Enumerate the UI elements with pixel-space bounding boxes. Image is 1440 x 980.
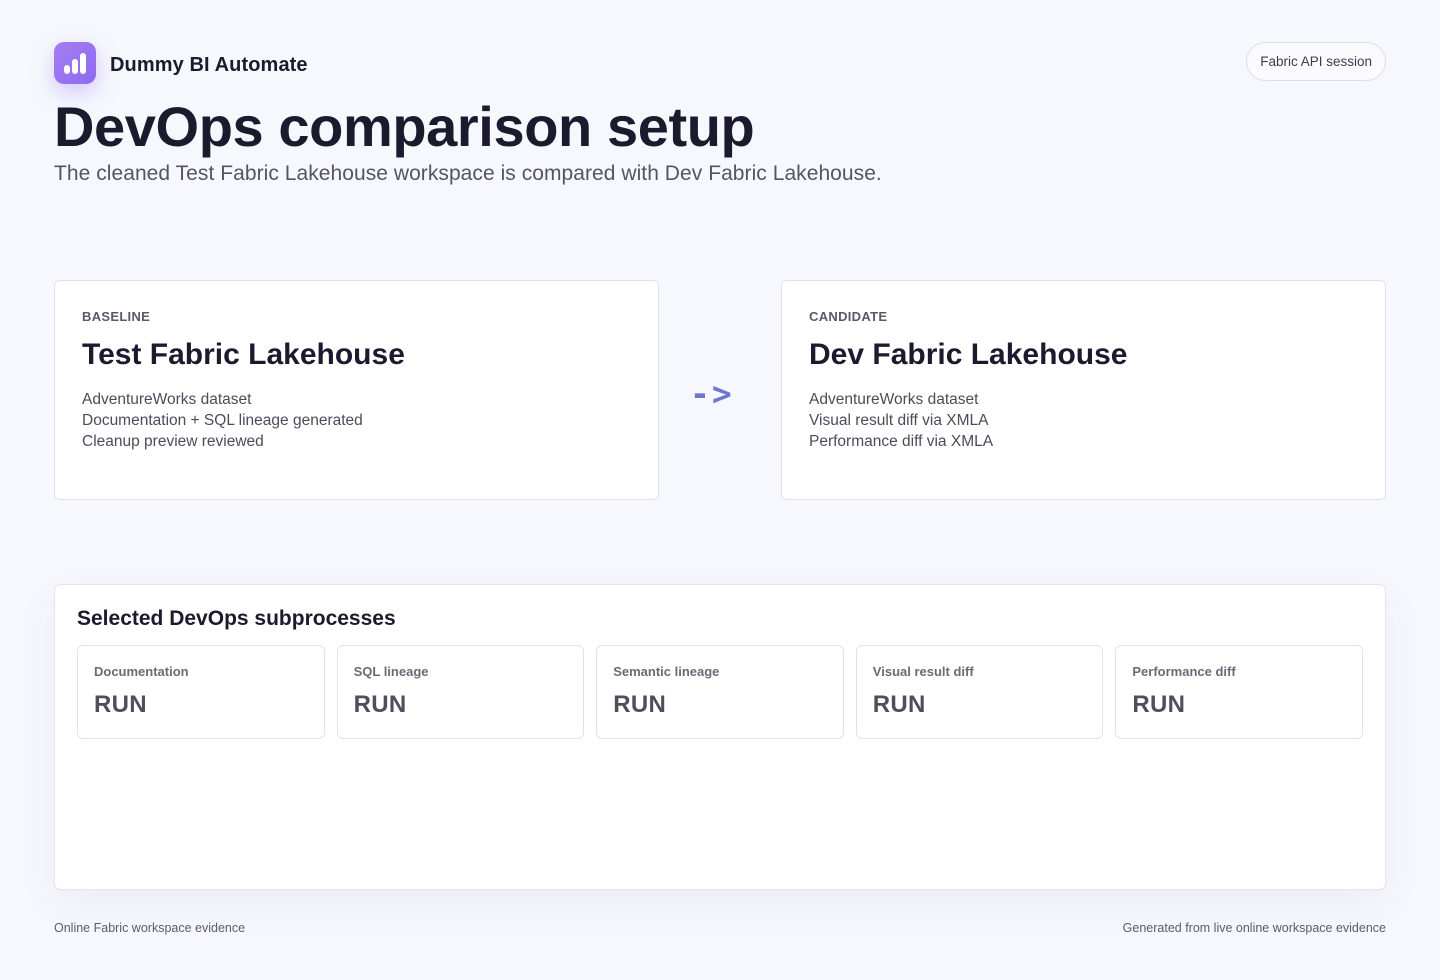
baseline-workspace-name: Test Fabric Lakehouse (82, 338, 405, 371)
brand: Dummy BI Automate (54, 42, 308, 84)
page-title: DevOps comparison setup (54, 95, 755, 158)
subprocess-semantic-lineage[interactable]: Semantic lineage RUN (596, 645, 844, 739)
bar-chart-icon (54, 42, 96, 84)
subprocess-performance-diff[interactable]: Performance diff RUN (1115, 645, 1363, 739)
footer-left-text: Online Fabric workspace evidence (54, 921, 246, 935)
footer-right-text: Generated from live online workspace evi… (1122, 921, 1386, 935)
baseline-details: AdventureWorks dataset Documentation + S… (82, 389, 631, 452)
subprocess-label: Semantic lineage (613, 664, 720, 679)
baseline-detail: Documentation + SQL lineage generated (82, 412, 363, 429)
subprocess-label: SQL lineage (353, 664, 429, 679)
subprocess-label: Visual result diff (872, 664, 974, 679)
compare-arrow-icon: -> (690, 374, 734, 413)
page-subtitle: The cleaned Test Fabric Lakehouse worksp… (54, 162, 882, 185)
baseline-detail: Cleanup preview reviewed (82, 433, 264, 450)
subprocess-label: Performance diff (1132, 664, 1236, 679)
subprocesses-title: Selected DevOps subprocesses (77, 607, 396, 630)
baseline-card: BASELINE Test Fabric Lakehouse Adventure… (54, 280, 659, 500)
page: Dummy BI Automate Fabric API session Dev… (0, 0, 1440, 980)
subprocess-status: RUN (872, 691, 926, 718)
candidate-detail: Performance diff via XMLA (809, 433, 994, 450)
subprocess-status: RUN (1132, 691, 1186, 718)
candidate-details: AdventureWorks dataset Visual result dif… (809, 389, 1358, 452)
candidate-detail: Visual result diff via XMLA (809, 412, 989, 429)
subprocess-visual-result-diff[interactable]: Visual result diff RUN (855, 645, 1104, 739)
subprocess-status: RUN (94, 691, 147, 718)
subprocess-documentation[interactable]: Documentation RUN (77, 645, 325, 739)
subprocess-label: Documentation (94, 664, 189, 679)
baseline-kicker: BASELINE (82, 309, 151, 324)
candidate-kicker: CANDIDATE (809, 309, 888, 324)
subprocess-grid: Documentation RUN SQL lineage RUN Semant… (77, 645, 1363, 739)
baseline-detail: AdventureWorks dataset (82, 391, 252, 408)
candidate-card: CANDIDATE Dev Fabric Lakehouse Adventure… (781, 280, 1386, 500)
session-badge[interactable]: Fabric API session (1246, 42, 1386, 81)
subprocess-status: RUN (613, 691, 667, 718)
subprocess-sql-lineage[interactable]: SQL lineage RUN (336, 645, 585, 739)
brand-name: Dummy BI Automate (110, 53, 308, 76)
subprocess-status: RUN (353, 691, 407, 718)
candidate-detail: AdventureWorks dataset (809, 391, 979, 408)
candidate-workspace-name: Dev Fabric Lakehouse (809, 338, 1128, 371)
subprocesses-panel: Selected DevOps subprocesses Documentati… (54, 584, 1386, 890)
